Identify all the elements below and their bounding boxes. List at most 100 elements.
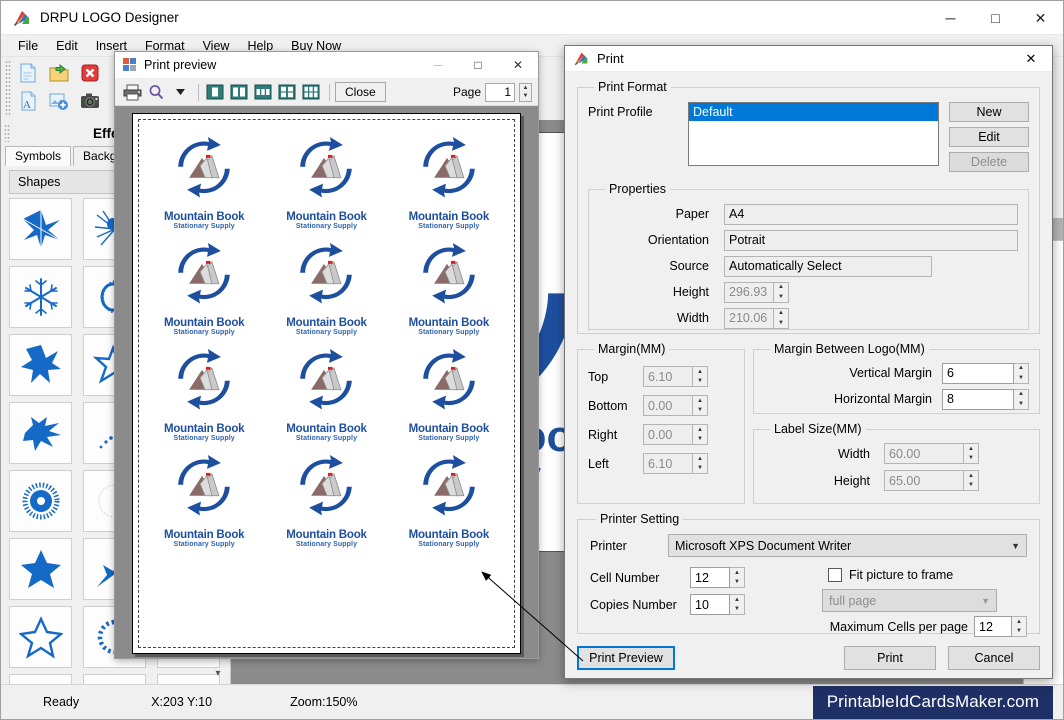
label-width-value[interactable]: 60.00 (884, 443, 964, 464)
preview-logo-tagline: Stationary Supply (295, 223, 358, 230)
height-spinner[interactable]: ▲ ▼ (774, 281, 789, 303)
margin-top-value[interactable]: 6.10 (643, 366, 693, 387)
shape-flower-burst[interactable] (83, 674, 146, 684)
orientation-value[interactable]: Potrait (724, 229, 1018, 251)
preview-maximize-button[interactable]: □ (458, 52, 498, 79)
six-page-icon[interactable] (300, 82, 322, 103)
vertical-margin-label: Vertical Margin (849, 366, 932, 380)
shapes-scroll-down-icon[interactable]: ▾ (208, 664, 228, 682)
margin-right-value[interactable]: 0.00 (643, 424, 693, 445)
print-preview-window: Print preview ─ □ ✕ Close Page 1 ▲ ▼ Mou… (114, 51, 539, 659)
horizontal-margin-spinner[interactable]: ▲ ▼ (1014, 388, 1029, 410)
shape-donut-burst[interactable] (9, 470, 72, 532)
max-cells-value[interactable]: 12 (974, 616, 1012, 637)
two-page-icon[interactable] (228, 82, 250, 103)
open-folder-icon[interactable] (45, 60, 73, 86)
width-spinner[interactable]: ▲ ▼ (774, 307, 789, 329)
label-width-spinner[interactable]: ▲ ▼ (964, 443, 979, 464)
four-page-icon[interactable] (276, 82, 298, 103)
shape-snowflake[interactable] (9, 266, 72, 328)
copies-number-value[interactable]: 10 (690, 594, 730, 615)
camera-icon[interactable] (76, 88, 104, 114)
preview-logo-tagline: Stationary Supply (295, 541, 358, 548)
fit-mode-value: full page (829, 593, 877, 608)
shape-five-point-star[interactable] (9, 538, 72, 600)
fit-picture-checkbox[interactable] (828, 568, 842, 582)
horizontal-margin-value[interactable]: 8 (942, 388, 1014, 410)
width-value[interactable]: 210.06 (724, 307, 774, 329)
shape-star-burst[interactable] (9, 198, 72, 260)
margin-bottom-value[interactable]: 0.00 (643, 395, 693, 416)
close-button[interactable]: ✕ (1018, 1, 1063, 35)
close-document-icon[interactable] (76, 60, 104, 86)
cell-number-value[interactable]: 12 (690, 567, 730, 588)
margin-right-spinner[interactable]: ▲ ▼ (693, 424, 708, 445)
one-page-icon[interactable] (204, 82, 226, 103)
properties-group: Properties Paper A4 Orientation Potrait … (588, 182, 1029, 330)
page-input[interactable]: 1 (485, 82, 515, 102)
label-height-value[interactable]: 65.00 (884, 470, 964, 491)
chevron-down-icon[interactable] (169, 82, 191, 103)
new-profile-button[interactable]: New (949, 102, 1029, 122)
menu-item-edit[interactable]: Edit (47, 37, 87, 55)
minimize-button[interactable]: ─ (928, 1, 973, 35)
print-button[interactable]: Print (844, 646, 936, 670)
magnifier-icon[interactable] (145, 82, 167, 103)
preview-logo-name: Mountain Book (408, 317, 490, 329)
chevron-down-icon: ▼ (1011, 540, 1020, 551)
shape-eight-point-star[interactable] (9, 334, 72, 396)
height-spinner-wrap: 296.93 ▲ ▼ (724, 281, 789, 303)
shape-splash[interactable] (9, 402, 72, 464)
height-value[interactable]: 296.93 (724, 281, 774, 303)
preview-logo-cell: Mountain Book Stationary Supply (143, 236, 265, 336)
preview-close-text-button[interactable]: Close (335, 82, 386, 102)
fit-picture-row[interactable]: Fit picture to frame (780, 564, 1027, 586)
maximize-button[interactable]: □ (973, 1, 1018, 35)
preview-logo-tagline: Stationary Supply (295, 435, 358, 442)
text-document-icon[interactable]: A (14, 88, 42, 114)
zoom-level: Zoom:150% (290, 695, 358, 709)
preview-minimize-button[interactable]: ─ (418, 52, 458, 79)
max-cells-spinner[interactable]: ▲ ▼ (1012, 616, 1027, 637)
print-profile-item-default[interactable]: Default (689, 103, 938, 121)
printer-icon[interactable] (121, 82, 143, 103)
shape-six-point-star[interactable] (9, 674, 72, 684)
print-profile-listbox[interactable]: Default (688, 102, 939, 166)
edit-profile-button[interactable]: Edit (949, 127, 1029, 147)
tab-symbols[interactable]: Symbols (5, 146, 72, 166)
cell-number-spinner[interactable]: ▲ ▼ (730, 567, 745, 588)
paper-value[interactable]: A4 (724, 203, 1018, 225)
vertical-margin-spinner[interactable]: ▲ ▼ (1014, 362, 1029, 384)
margin-top-spinner[interactable]: ▲ ▼ (693, 366, 708, 387)
source-value[interactable]: Automatically Select (724, 255, 932, 277)
copies-number-spinner[interactable]: ▲ ▼ (730, 594, 745, 615)
margin-left-wrap: 6.10 ▲ ▼ (643, 453, 708, 474)
preview-logo-cell: Mountain Book Stationary Supply (265, 236, 387, 336)
print-preview-button[interactable]: Print Preview (577, 646, 675, 670)
page-spinner[interactable]: ▲ ▼ (519, 82, 532, 102)
shape-outline-five-star[interactable] (9, 606, 72, 668)
margin-between-logo-group: Margin Between Logo(MM) Vertical Margin … (753, 342, 1040, 414)
new-document-icon[interactable] (14, 60, 42, 86)
fit-picture-label: Fit picture to frame (849, 568, 954, 582)
margin-left-value[interactable]: 6.10 (643, 453, 693, 474)
preview-close-button[interactable]: ✕ (498, 52, 538, 79)
preview-paper: Mountain Book Stationary Supply Mountain… (132, 113, 521, 654)
preview-logo-cell: Mountain Book Stationary Supply (388, 342, 510, 442)
preview-logo-tagline: Stationary Supply (418, 329, 480, 336)
print-dialog-close-button[interactable]: ✕ (1010, 46, 1052, 72)
margin-left-spinner[interactable]: ▲ ▼ (693, 453, 708, 474)
print-dialog: Print ✕ Print Format Print Profile Defau… (564, 45, 1053, 679)
label-height-spinner[interactable]: ▲ ▼ (964, 470, 979, 491)
three-page-icon[interactable] (252, 82, 274, 103)
toolbar-grip[interactable] (5, 60, 11, 116)
cancel-button[interactable]: Cancel (948, 646, 1040, 670)
insert-image-icon[interactable] (45, 88, 73, 114)
panel-grip[interactable] (4, 124, 10, 142)
printer-select-value: Microsoft XPS Document Writer (675, 538, 852, 553)
margin-bottom-spinner[interactable]: ▲ ▼ (693, 395, 708, 416)
vertical-margin-value[interactable]: 6 (942, 362, 1014, 384)
print-dialog-title: Print (597, 51, 624, 66)
printer-select[interactable]: Microsoft XPS Document Writer ▼ (668, 534, 1027, 557)
menu-item-file[interactable]: File (9, 37, 47, 55)
